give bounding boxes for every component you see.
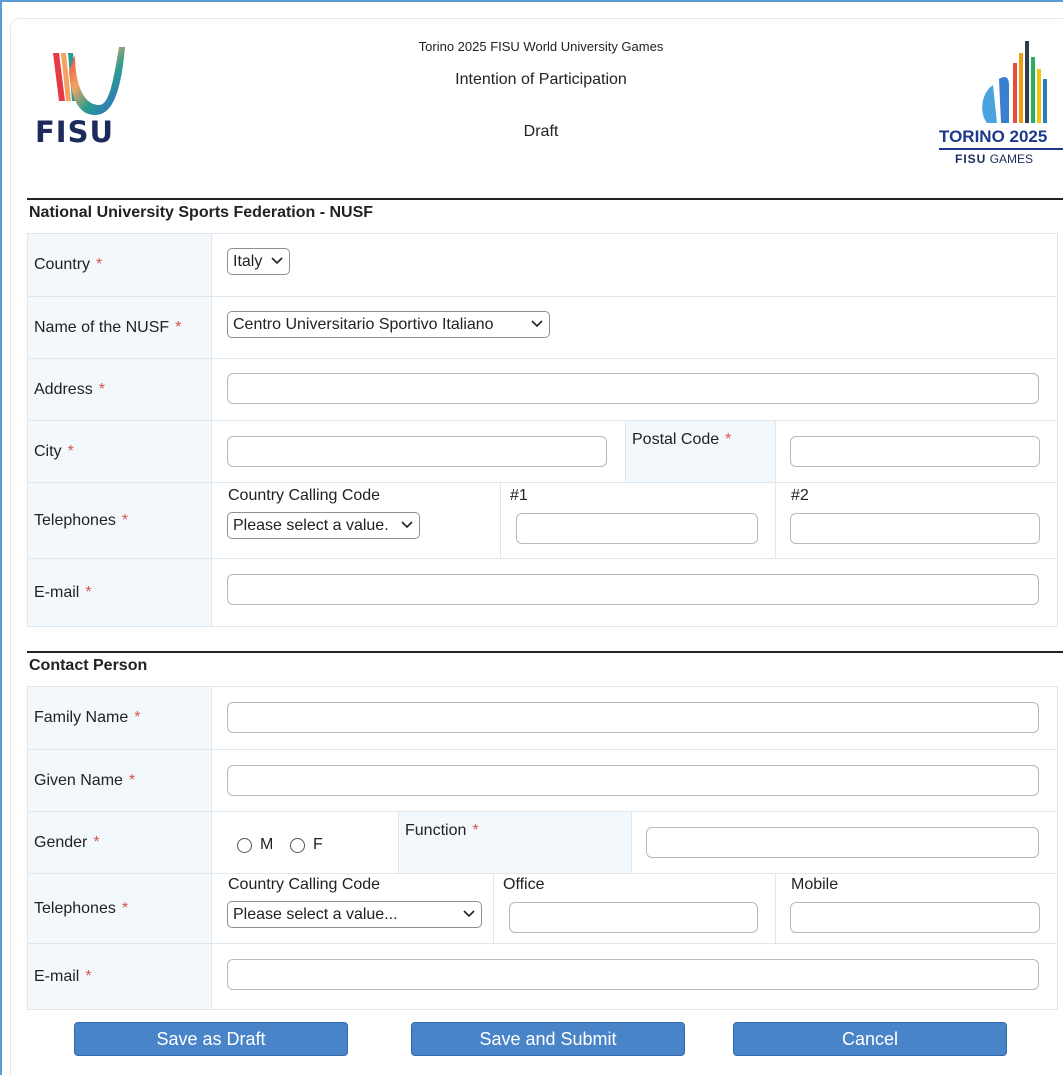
city-label: City * xyxy=(28,421,212,482)
city-input[interactable] xyxy=(227,436,607,467)
gender-label: Gender * xyxy=(28,812,212,873)
divider xyxy=(775,874,776,943)
given-name-row: Given Name * xyxy=(28,749,1057,811)
city-row: City * Postal Code * xyxy=(28,420,1057,482)
contact-section-rule xyxy=(27,651,1063,653)
contact-email-row: E-mail * xyxy=(28,943,1057,1009)
torino-logo-fisu: FISU xyxy=(955,152,987,166)
postal-code-input[interactable] xyxy=(790,436,1040,467)
radio-circle-icon xyxy=(290,837,305,853)
office-caption: Office xyxy=(503,876,545,893)
form-page: FISU Torino 2025 FISU World University G… xyxy=(10,18,1063,1075)
contact-calling-code-caption: Country Calling Code xyxy=(228,876,381,893)
address-label: Address * xyxy=(28,359,212,420)
event-title: Torino 2025 FISU World University Games xyxy=(418,39,664,54)
save-and-submit-button[interactable]: Save and Submit xyxy=(411,1022,685,1056)
function-label: Function * xyxy=(398,812,632,873)
fisu-logo-text: FISU xyxy=(35,115,115,149)
nusf-name-select[interactable]: Centro Universitario Sportivo Italiano xyxy=(227,311,550,338)
mobile-phone-input[interactable] xyxy=(790,902,1040,933)
family-name-input[interactable] xyxy=(227,702,1039,733)
gender-radio-m[interactable]: M xyxy=(237,836,273,854)
divider xyxy=(775,483,776,558)
chevron-down-icon xyxy=(271,257,283,265)
office-phone-input[interactable] xyxy=(509,902,758,933)
form-header: FISU Torino 2025 FISU World University G… xyxy=(11,19,1063,197)
torino-logo-text: TORINO 2025 xyxy=(939,127,1048,146)
gender-row: Gender * M F Function * xyxy=(28,811,1057,873)
given-name-label: Given Name * xyxy=(28,750,212,811)
mobile-caption: Mobile xyxy=(791,876,839,893)
nusf-telephones-row: Telephones * Country Calling Code Please … xyxy=(28,482,1057,558)
contact-calling-code-select[interactable]: Please select a value... xyxy=(227,901,482,928)
save-as-draft-button[interactable]: Save as Draft xyxy=(74,1022,348,1056)
nusf-calling-code-select[interactable]: Please select a value. xyxy=(227,512,420,539)
nusf-email-input[interactable] xyxy=(227,574,1039,605)
nusf-telephones-label: Telephones * xyxy=(28,483,212,558)
address-row: Address * xyxy=(28,358,1057,420)
torino-logo-subtitle: FISU GAMES xyxy=(955,152,1033,166)
gender-radio-f[interactable]: F xyxy=(290,836,323,854)
phone1-input[interactable] xyxy=(516,513,758,544)
chevron-down-icon xyxy=(531,320,543,328)
nusf-name-row: Name of the NUSF * Centro Universitario S… xyxy=(28,296,1057,358)
phone2-caption: #2 xyxy=(791,487,809,504)
divider xyxy=(493,874,494,943)
phone2-input[interactable] xyxy=(790,513,1040,544)
form-title: Intention of Participation xyxy=(455,71,627,88)
family-name-row: Family Name * xyxy=(28,687,1057,749)
nusf-section-rule xyxy=(27,198,1063,200)
country-label: Country * xyxy=(28,234,212,296)
nusf-email-row: E-mail * xyxy=(28,558,1057,626)
contact-telephones-row: Telephones * Country Calling Code Please … xyxy=(28,873,1057,943)
postal-code-label: Postal Code * xyxy=(625,421,776,482)
contact-form-grid: Family Name * Given Name * Gender * M F Fun… xyxy=(27,686,1058,1010)
divider xyxy=(500,483,501,558)
contact-telephones-label: Telephones * xyxy=(28,874,212,943)
chevron-down-icon xyxy=(463,910,475,918)
contact-email-input[interactable] xyxy=(227,959,1039,990)
nusf-form-grid: Country * Italy Name of the NUSF * Centro … xyxy=(27,233,1058,627)
nusf-email-label: E-mail * xyxy=(28,559,212,626)
cancel-button[interactable]: Cancel xyxy=(733,1022,1007,1056)
nusf-section-title: National University Sports Federation - … xyxy=(29,204,374,221)
radio-circle-icon xyxy=(237,837,252,853)
family-name-label: Family Name * xyxy=(28,687,212,749)
given-name-input[interactable] xyxy=(227,765,1039,796)
torino-logo-rule xyxy=(939,148,1063,150)
function-input[interactable] xyxy=(646,827,1039,858)
chevron-down-icon xyxy=(401,521,413,529)
calling-code-caption: Country Calling Code xyxy=(228,487,381,504)
address-input[interactable] xyxy=(227,373,1039,404)
contact-section-title: Contact Person xyxy=(29,657,148,674)
phone1-caption: #1 xyxy=(510,487,528,504)
contact-email-label: E-mail * xyxy=(28,944,212,1009)
torino-2025-logo-icon xyxy=(982,41,1047,123)
country-select[interactable]: Italy xyxy=(227,248,290,275)
country-row: Country * Italy xyxy=(28,234,1057,296)
nusf-name-label: Name of the NUSF * xyxy=(28,297,212,358)
form-status: Draft xyxy=(523,123,559,140)
torino-logo-games: GAMES xyxy=(989,152,1034,166)
